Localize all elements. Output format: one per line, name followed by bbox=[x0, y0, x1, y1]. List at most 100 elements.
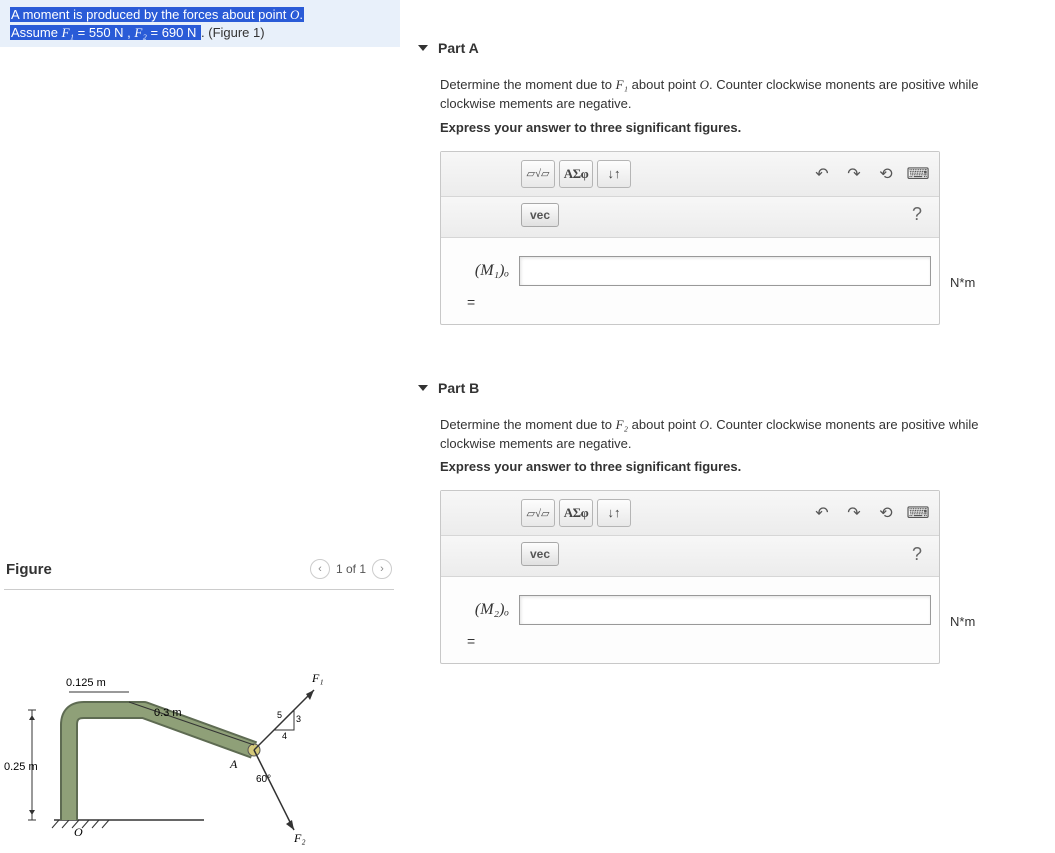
arrows-icon: ↓↑ bbox=[608, 166, 621, 182]
o-ref: O bbox=[700, 417, 709, 432]
angle-60: 60° bbox=[256, 774, 271, 785]
problem-line1: A moment is produced by the forces about… bbox=[10, 7, 304, 22]
caret-down-icon bbox=[418, 385, 428, 391]
help-icon: ? bbox=[912, 544, 922, 564]
vec-button[interactable]: vec bbox=[521, 203, 559, 227]
part-a-answer-input[interactable] bbox=[519, 256, 931, 286]
txt: N bbox=[114, 25, 123, 40]
template-icon: ▱√▱ bbox=[527, 507, 550, 520]
part-a-body: Determine the moment due to F₁ about poi… bbox=[410, 76, 1010, 325]
figure-diagram: 0.25 m 0.125 m 0.3 m F₁ 5 3 4 F₂ 60° A O bbox=[4, 620, 364, 850]
part-b-answer-row: (M₂)ₒ bbox=[441, 577, 939, 631]
undo-button[interactable]: ↶ bbox=[811, 163, 833, 185]
figure-pager: ‹ 1 of 1 › bbox=[310, 559, 392, 579]
part-a-toolbar-2: vec ? bbox=[441, 197, 939, 238]
part-b-toolbar-1: ▱√▱ ΑΣφ ↓↑ ↶ ↷ ⟲ ⌨ bbox=[441, 491, 939, 536]
part-a-bold: Express your answer to three significant… bbox=[440, 120, 1010, 135]
txt: Determine the moment due to bbox=[440, 77, 616, 92]
part-b-answer-label: (M₂)ₒ bbox=[449, 601, 509, 619]
txt: about point bbox=[628, 77, 700, 92]
part-b-bold: Express your answer to three significant… bbox=[440, 459, 1010, 474]
figure-title: Figure bbox=[6, 561, 52, 578]
keyboard-button[interactable]: ⌨ bbox=[907, 163, 929, 185]
reset-button[interactable]: ⟲ bbox=[875, 163, 897, 185]
txt: = 550 bbox=[74, 25, 114, 40]
txt: . bbox=[299, 7, 303, 22]
dim-03m: 0.3 m bbox=[154, 707, 182, 719]
part-a-title: Part A bbox=[438, 40, 479, 56]
reset-button[interactable]: ⟲ bbox=[875, 502, 897, 524]
txt: Determine the moment due to bbox=[440, 417, 616, 432]
template-button[interactable]: ▱√▱ bbox=[521, 499, 555, 527]
part-a-block: Part A Determine the moment due to F₁ ab… bbox=[410, 40, 1010, 325]
vec-label: vec bbox=[530, 208, 550, 222]
point-o-label: O bbox=[74, 825, 83, 839]
part-a-header[interactable]: Part A bbox=[410, 40, 1010, 56]
part-b-answer-box: ▱√▱ ΑΣφ ↓↑ ↶ ↷ ⟲ ⌨ vec ? bbox=[440, 490, 940, 664]
o-ref: O bbox=[700, 77, 709, 92]
part-b-title: Part B bbox=[438, 380, 479, 396]
ratio-4: 4 bbox=[282, 731, 287, 741]
txt: Assume bbox=[11, 25, 62, 40]
greek-icon: ΑΣφ bbox=[564, 505, 589, 521]
help-button[interactable]: ? bbox=[905, 544, 929, 565]
dim-0125m: 0.125 m bbox=[66, 677, 106, 689]
part-b-block: Part B Determine the moment due to F₂ ab… bbox=[410, 380, 1010, 665]
redo-button[interactable]: ↷ bbox=[843, 163, 865, 185]
problem-line2: Assume F₁ = 550 N , F₂ = 690 N bbox=[10, 25, 201, 40]
ratio-5: 5 bbox=[277, 710, 282, 720]
part-a-toolbar-1: ▱√▱ ΑΣφ ↓↑ ↶ ↷ ⟲ ⌨ bbox=[441, 152, 939, 197]
figure-panel: Figure ‹ 1 of 1 › 0.25 m 0.125 m 0.3 m bbox=[4, 555, 394, 853]
ratio-3: 3 bbox=[296, 714, 301, 724]
arrows-icon: ↓↑ bbox=[608, 505, 621, 521]
part-a-answer-row: (M₁)ₒ bbox=[441, 238, 939, 292]
txt: about point bbox=[628, 417, 700, 432]
dim-025m: 0.25 m bbox=[4, 761, 38, 773]
f1-ref: F₁ bbox=[616, 77, 628, 92]
subscript-button[interactable]: ↓↑ bbox=[597, 499, 631, 527]
f2-label: F₂ bbox=[293, 831, 306, 845]
part-a-equals: = bbox=[441, 292, 939, 324]
greek-icon: ΑΣφ bbox=[564, 166, 589, 182]
pager-prev-button[interactable]: ‹ bbox=[310, 559, 330, 579]
help-icon: ? bbox=[912, 204, 922, 224]
part-b-instructions: Determine the moment due to F₂ about poi… bbox=[440, 416, 1010, 454]
greek-button[interactable]: ΑΣφ bbox=[559, 160, 593, 188]
part-b-body: Determine the moment due to F₂ about poi… bbox=[410, 416, 1010, 665]
part-b-toolbar-2: vec ? bbox=[441, 536, 939, 577]
part-b-unit: N*m bbox=[950, 614, 975, 629]
part-b-header[interactable]: Part B bbox=[410, 380, 1010, 396]
help-button[interactable]: ? bbox=[905, 204, 929, 225]
point-o: O bbox=[290, 7, 299, 22]
part-a-answer-label: (M₁)ₒ bbox=[449, 262, 509, 280]
caret-down-icon bbox=[418, 45, 428, 51]
vec-label: vec bbox=[530, 547, 550, 561]
txt: = 690 bbox=[147, 25, 187, 40]
pager-next-button[interactable]: › bbox=[372, 559, 392, 579]
pager-text: 1 of 1 bbox=[336, 562, 366, 576]
undo-button[interactable]: ↶ bbox=[811, 502, 833, 524]
txt: N bbox=[187, 25, 196, 40]
figure-ref: . (Figure 1) bbox=[201, 25, 265, 40]
greek-button[interactable]: ΑΣφ bbox=[559, 499, 593, 527]
redo-button[interactable]: ↷ bbox=[843, 502, 865, 524]
txt: A moment is produced by the forces about… bbox=[11, 7, 290, 22]
keyboard-button[interactable]: ⌨ bbox=[907, 502, 929, 524]
f2-symbol: F₂ bbox=[134, 25, 146, 40]
txt: , bbox=[124, 25, 135, 40]
subscript-button[interactable]: ↓↑ bbox=[597, 160, 631, 188]
part-b-answer-input[interactable] bbox=[519, 595, 931, 625]
vec-button[interactable]: vec bbox=[521, 542, 559, 566]
part-a-unit: N*m bbox=[950, 275, 975, 290]
f2-ref: F₂ bbox=[616, 417, 628, 432]
template-button[interactable]: ▱√▱ bbox=[521, 160, 555, 188]
f1-label: F₁ bbox=[311, 671, 324, 685]
point-a-label: A bbox=[229, 757, 238, 771]
figure-header: Figure ‹ 1 of 1 › bbox=[4, 555, 394, 590]
problem-statement: A moment is produced by the forces about… bbox=[0, 0, 400, 47]
part-a-answer-box: ▱√▱ ΑΣφ ↓↑ ↶ ↷ ⟲ ⌨ vec ? bbox=[440, 151, 940, 325]
f1-symbol: F₁ bbox=[62, 25, 74, 40]
left-column: A moment is produced by the forces about… bbox=[0, 0, 400, 47]
part-a-instructions: Determine the moment due to F₁ about poi… bbox=[440, 76, 1010, 114]
right-column: Part A Determine the moment due to F₁ ab… bbox=[410, 40, 1010, 719]
